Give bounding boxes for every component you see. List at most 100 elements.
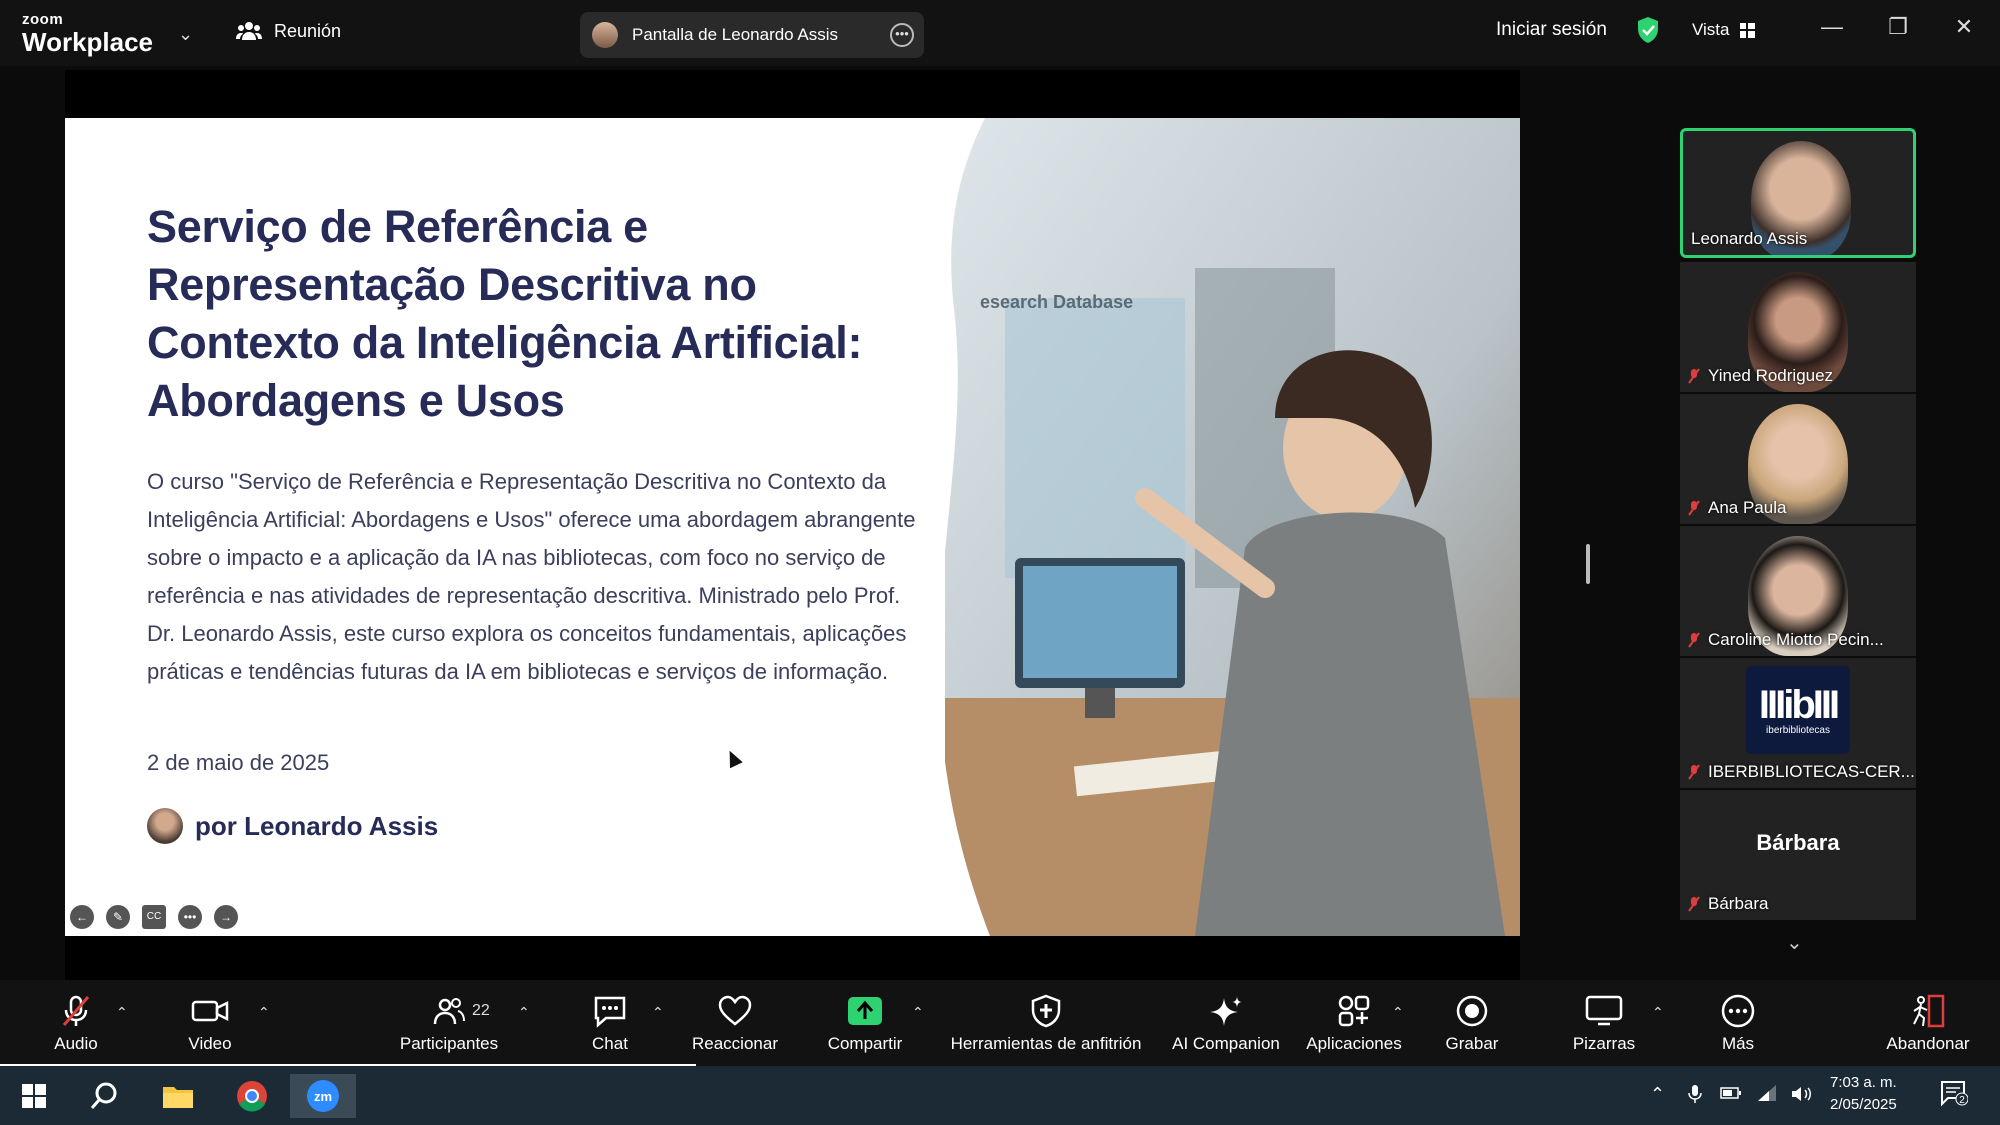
apps-options-icon[interactable]: ⌃ bbox=[1392, 1004, 1404, 1021]
chat-options-icon[interactable]: ⌃ bbox=[652, 1004, 664, 1021]
react-button[interactable]: Reaccionar bbox=[690, 994, 780, 1054]
whiteboards-button[interactable]: Pizarras bbox=[1568, 994, 1640, 1054]
logo-top-text: zoom bbox=[22, 11, 64, 28]
author-name: por Leonardo Assis bbox=[195, 810, 439, 841]
record-label: Grabar bbox=[1445, 1034, 1499, 1053]
share-label: Pantalla de Leonardo Assis bbox=[632, 25, 839, 44]
audio-button[interactable]: Audio bbox=[46, 994, 106, 1054]
apps-label: Aplicaciones bbox=[1306, 1034, 1402, 1053]
host-tools-button[interactable]: Herramientas de anfitrión bbox=[946, 994, 1146, 1054]
battery-icon[interactable] bbox=[1720, 1084, 1742, 1105]
more-button[interactable]: Más bbox=[1708, 994, 1768, 1054]
share-options-icon[interactable]: ⌃ bbox=[912, 1004, 924, 1021]
participant-tile-iberbibliotecas[interactable]: IIIibIII iberbibliotecas IBERBIBLIOTECAS… bbox=[1680, 658, 1916, 788]
clock-time: 7:03 a. m. bbox=[1830, 1074, 1897, 1091]
chrome-icon[interactable] bbox=[230, 1074, 274, 1118]
restore-icon[interactable]: ❐ bbox=[1878, 14, 1918, 40]
share-screen-icon bbox=[848, 997, 882, 1025]
more-icon[interactable]: ••• bbox=[178, 905, 202, 929]
apps-button[interactable]: Aplicaciones bbox=[1302, 994, 1406, 1054]
video-options-icon[interactable]: ⌃ bbox=[258, 1004, 270, 1021]
participants-icon bbox=[433, 998, 465, 1025]
presentation-slide: Serviço de Referência e Representação De… bbox=[65, 118, 1520, 936]
previous-slide-icon[interactable]: ← bbox=[70, 905, 94, 929]
video-label: Video bbox=[188, 1034, 232, 1053]
grid-view-icon bbox=[1739, 22, 1755, 38]
logo-text: IIIibIII bbox=[1758, 682, 1840, 727]
participants-label: Participantes bbox=[399, 1034, 499, 1053]
close-icon[interactable]: ✕ bbox=[1944, 14, 1984, 40]
photo-overlay-text: esearch Database bbox=[980, 292, 1133, 312]
view-label: Vista bbox=[1692, 20, 1730, 39]
leave-button[interactable]: Abandonar bbox=[1880, 994, 1976, 1054]
windows-taskbar: zm ⌃ 7:03 a. m. 2/05/2025 2 bbox=[0, 1066, 2000, 1125]
participant-name: Yined Rodriguez bbox=[1688, 366, 1833, 386]
participant-tile-leonardo[interactable]: Leonardo Assis bbox=[1680, 128, 1916, 258]
participant-tile-caroline[interactable]: Caroline Miotto Pecin... bbox=[1680, 526, 1916, 656]
zoom-logo[interactable]: zoom Workplace bbox=[22, 12, 153, 55]
captions-icon[interactable]: CC bbox=[142, 905, 166, 929]
chevron-down-icon[interactable]: ⌄ bbox=[178, 24, 193, 45]
title-bar: zoom Workplace ⌄ Reunión Pantalla de Leo… bbox=[0, 0, 2000, 66]
participant-name: Ana Paula bbox=[1688, 498, 1786, 518]
signin-button[interactable]: Iniciar sesión bbox=[1496, 19, 1607, 41]
heart-icon bbox=[718, 995, 752, 1026]
view-button[interactable]: Vista bbox=[1692, 20, 1755, 40]
share-button[interactable]: Compartir bbox=[820, 994, 910, 1054]
pen-icon[interactable]: ✎ bbox=[106, 905, 130, 929]
participants-count: 22 bbox=[472, 1002, 490, 1019]
speaker-icon[interactable] bbox=[1790, 1084, 1814, 1109]
notifications-icon[interactable]: 2 bbox=[1940, 1080, 1969, 1111]
more-options-icon[interactable]: ••• bbox=[890, 23, 914, 47]
participant-tile-barbara[interactable]: Bárbara Bárbara bbox=[1680, 790, 1916, 920]
system-clock[interactable]: 7:03 a. m. 2/05/2025 bbox=[1830, 1072, 1897, 1116]
leave-door-icon bbox=[1913, 994, 1945, 1028]
video-camera-icon bbox=[191, 1000, 229, 1022]
react-label: Reaccionar bbox=[692, 1034, 778, 1053]
mic-muted-icon bbox=[1688, 896, 1700, 912]
audio-options-icon[interactable]: ⌃ bbox=[116, 1004, 128, 1021]
panel-resize-handle[interactable] bbox=[1586, 544, 1590, 584]
chevron-down-icon[interactable]: ⌄ bbox=[1786, 930, 1803, 955]
logo-bottom-text: Workplace bbox=[22, 27, 154, 57]
chat-button[interactable]: Chat bbox=[580, 994, 640, 1054]
tray-expand-icon[interactable]: ⌃ bbox=[1650, 1084, 1665, 1105]
slide-author: por Leonardo Assis bbox=[147, 808, 438, 844]
ai-companion-button[interactable]: AI Companion bbox=[1166, 994, 1286, 1054]
participants-options-icon[interactable]: ⌃ bbox=[518, 1004, 530, 1021]
minimize-icon[interactable]: — bbox=[1812, 14, 1852, 40]
wifi-icon[interactable] bbox=[1756, 1084, 1778, 1107]
chat-label: Chat bbox=[592, 1034, 628, 1053]
slide-title: Serviço de Referência e Representação De… bbox=[147, 201, 863, 426]
participant-tile-yined[interactable]: Yined Rodriguez bbox=[1680, 262, 1916, 392]
zoom-taskbar-icon[interactable]: zm bbox=[290, 1074, 356, 1118]
ai-companion-label: AI Companion bbox=[1172, 1034, 1280, 1053]
security-shield-icon[interactable] bbox=[1636, 16, 1660, 44]
file-explorer-icon[interactable] bbox=[156, 1074, 200, 1118]
meeting-info-button[interactable]: Reunión bbox=[236, 20, 341, 42]
chat-icon bbox=[594, 996, 626, 1028]
more-icon bbox=[1721, 994, 1755, 1028]
mic-muted-icon bbox=[1688, 500, 1700, 516]
screen-share-indicator[interactable]: Pantalla de Leonardo Assis ••• bbox=[580, 12, 924, 58]
participant-name: Leonardo Assis bbox=[1691, 229, 1808, 248]
mic-muted-icon bbox=[1688, 632, 1700, 648]
mic-muted-icon bbox=[1688, 764, 1700, 780]
windows-start-icon[interactable] bbox=[12, 1074, 56, 1118]
meeting-toolbar: Audio ⌃ Video ⌃ Participantes 22 ⌃ Chat … bbox=[0, 980, 2000, 1066]
video-button[interactable]: Video bbox=[180, 994, 240, 1054]
audio-label: Audio bbox=[54, 1034, 98, 1053]
slide-controls: ← ✎ CC ••• → bbox=[70, 905, 238, 929]
clock-date: 2/05/2025 bbox=[1830, 1096, 1897, 1113]
more-label: Más bbox=[1721, 1034, 1755, 1053]
microphone-icon[interactable] bbox=[1688, 1084, 1702, 1109]
participant-name: IBERBIBLIOTECAS-CER... bbox=[1688, 762, 1915, 782]
search-icon[interactable] bbox=[82, 1074, 126, 1118]
host-tools-label: Herramientas de anfitrión bbox=[950, 1034, 1142, 1053]
record-button[interactable]: Grabar bbox=[1440, 994, 1504, 1054]
next-slide-icon[interactable]: → bbox=[214, 905, 238, 929]
record-icon bbox=[1456, 995, 1488, 1027]
whiteboards-options-icon[interactable]: ⌃ bbox=[1652, 1004, 1664, 1021]
participant-tile-ana[interactable]: Ana Paula bbox=[1680, 394, 1916, 524]
mic-muted-icon bbox=[1688, 368, 1700, 384]
